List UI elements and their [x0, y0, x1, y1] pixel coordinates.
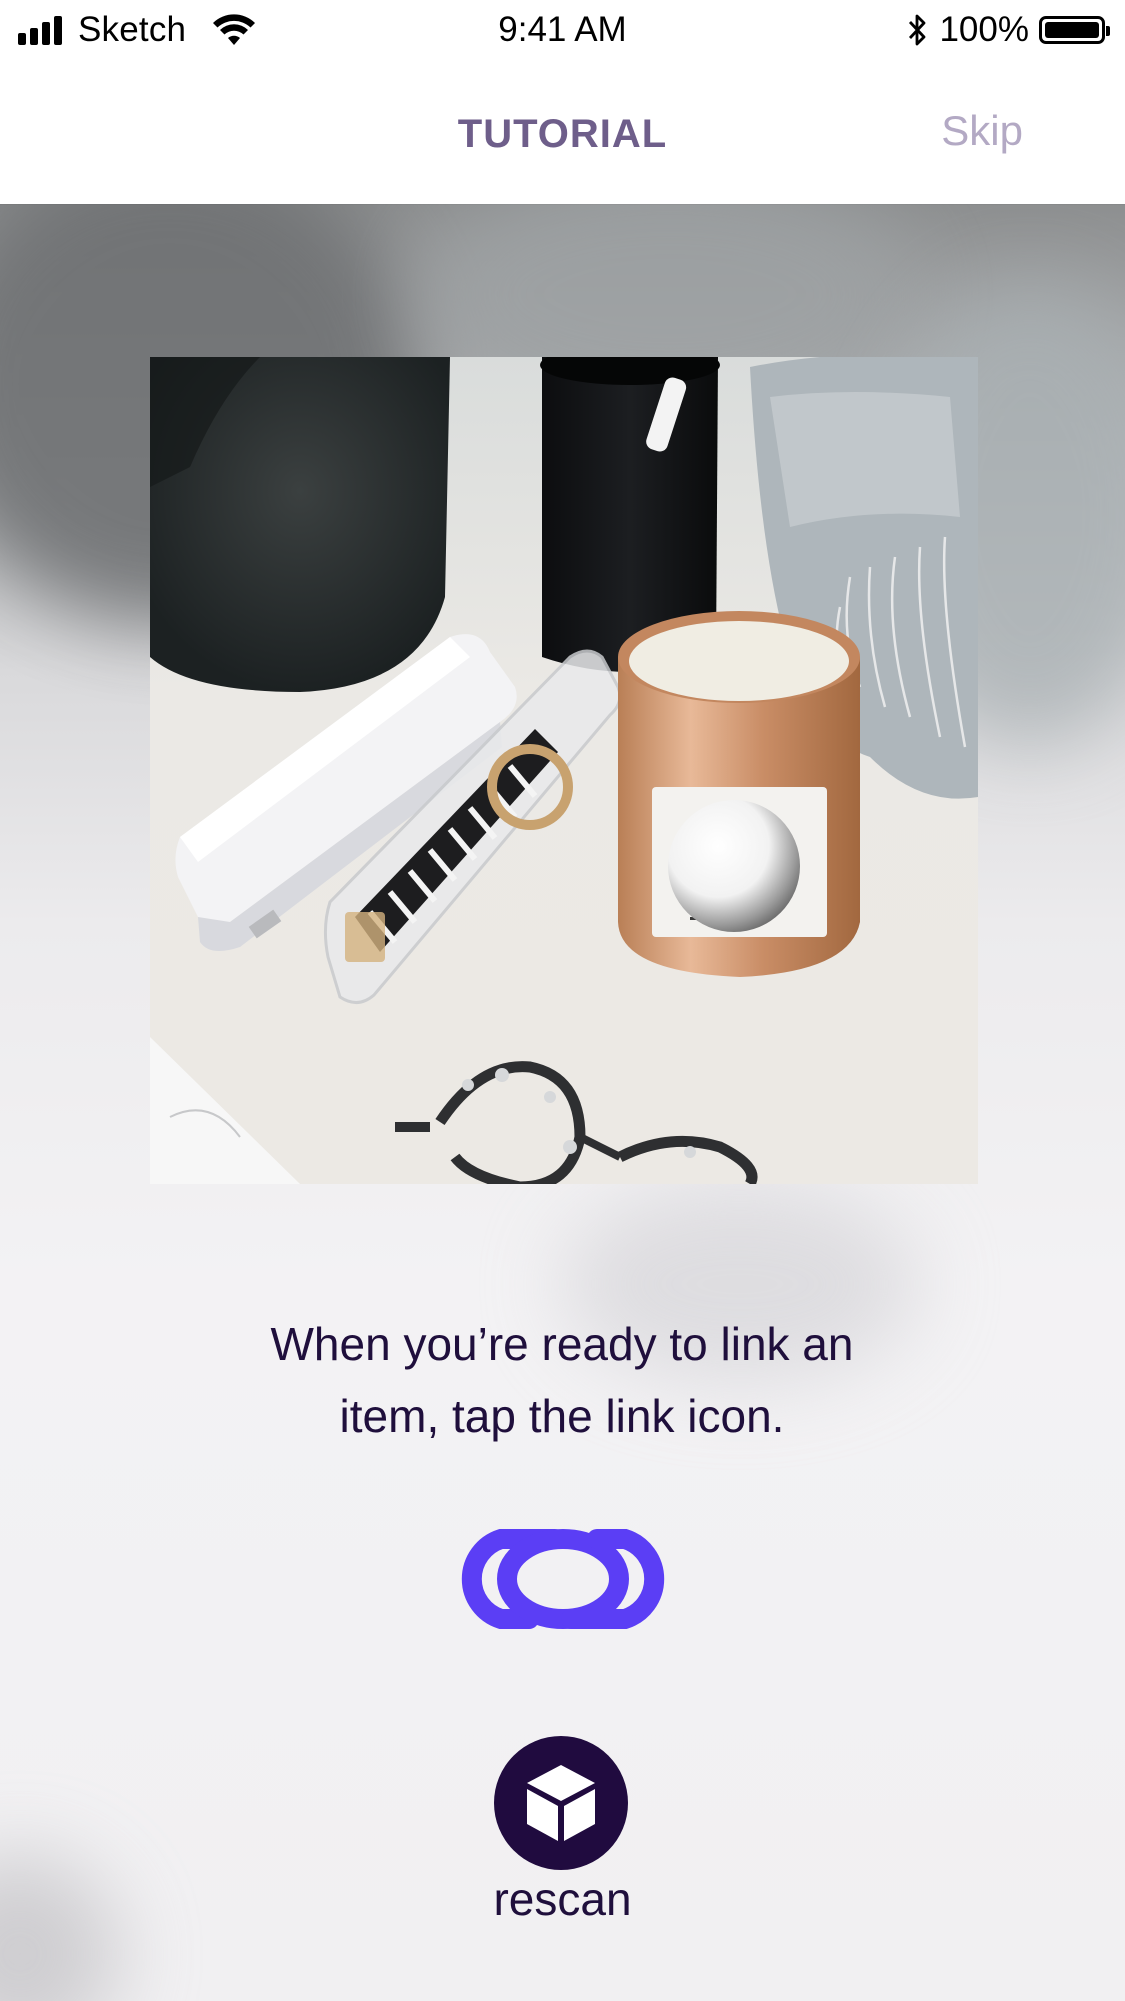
battery-icon [1039, 16, 1110, 44]
skip-button[interactable]: Skip [941, 107, 1023, 155]
instruction-text: When you’re ready to link an item, tap t… [212, 1308, 912, 1452]
status-right: 100% [905, 10, 1110, 50]
bluetooth-icon [909, 14, 926, 46]
battery-percent: 100% [939, 10, 1029, 49]
instruction-line-2: item, tap the link icon. [339, 1390, 785, 1442]
nav-bar: TUTORIAL Skip [0, 62, 1125, 204]
status-bar: Sketch 9:41 AM 100% [0, 0, 1125, 62]
battery-fill [1045, 22, 1099, 38]
photo-illustration [150, 357, 978, 1184]
rescan-label: rescan [493, 1873, 632, 1925]
cube-icon [527, 1765, 595, 1841]
instruction-line-1: When you’re ready to link an [270, 1318, 854, 1370]
link-chain-icon[interactable] [445, 1524, 681, 1634]
rescan-button[interactable] [494, 1736, 628, 1870]
desk-scene-photo [150, 357, 978, 1184]
